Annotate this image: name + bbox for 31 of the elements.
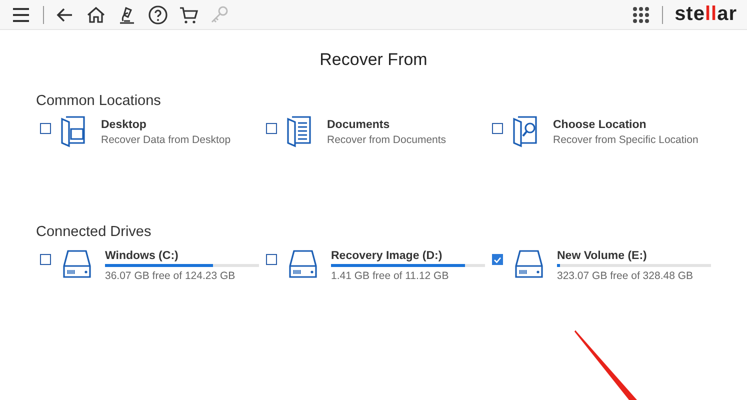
checkbox[interactable]: [266, 123, 277, 134]
location-description: Recover Data from Desktop: [101, 134, 231, 146]
hard-drive-icon: [513, 248, 545, 280]
drive-free-space: 323.07 GB free of 328.48 GB: [557, 270, 694, 282]
drive-free-space: 1.41 GB free of 11.12 GB: [331, 270, 450, 282]
section-heading: Connected Drives: [36, 224, 152, 240]
location-title: Choose Location: [553, 119, 648, 131]
drive-name: Windows (C:): [105, 250, 180, 262]
location-description: Recover from Specific Location: [553, 134, 698, 146]
checkbox[interactable]: [266, 254, 277, 265]
folder-search-icon: [511, 115, 539, 149]
drive-name: New Volume (E:): [557, 250, 648, 262]
location-title: Documents: [327, 119, 391, 131]
page-title: Recover From: [318, 50, 428, 70]
location-description: Recover from Documents: [327, 134, 446, 146]
help-icon[interactable]: [147, 4, 169, 26]
section-heading: Common Locations: [36, 93, 162, 109]
drive-name: Recovery Image (D:): [331, 250, 444, 262]
logo: stellar: [674, 3, 737, 26]
checkbox[interactable]: [40, 254, 51, 265]
hard-drive-icon: [61, 248, 93, 280]
checkbox[interactable]: [40, 123, 51, 134]
location-title: Desktop: [101, 119, 148, 131]
apps-grid-icon[interactable]: [632, 6, 650, 24]
annotation-line: [574, 330, 638, 400]
checkbox[interactable]: [492, 254, 503, 265]
drive-free-space: 36.07 GB free of 124.23 GB: [105, 270, 236, 282]
hard-drive-icon: [287, 248, 319, 280]
documents-folder-icon: [285, 115, 313, 149]
desktop-folder-icon: [59, 115, 87, 149]
checkbox[interactable]: [492, 123, 503, 134]
